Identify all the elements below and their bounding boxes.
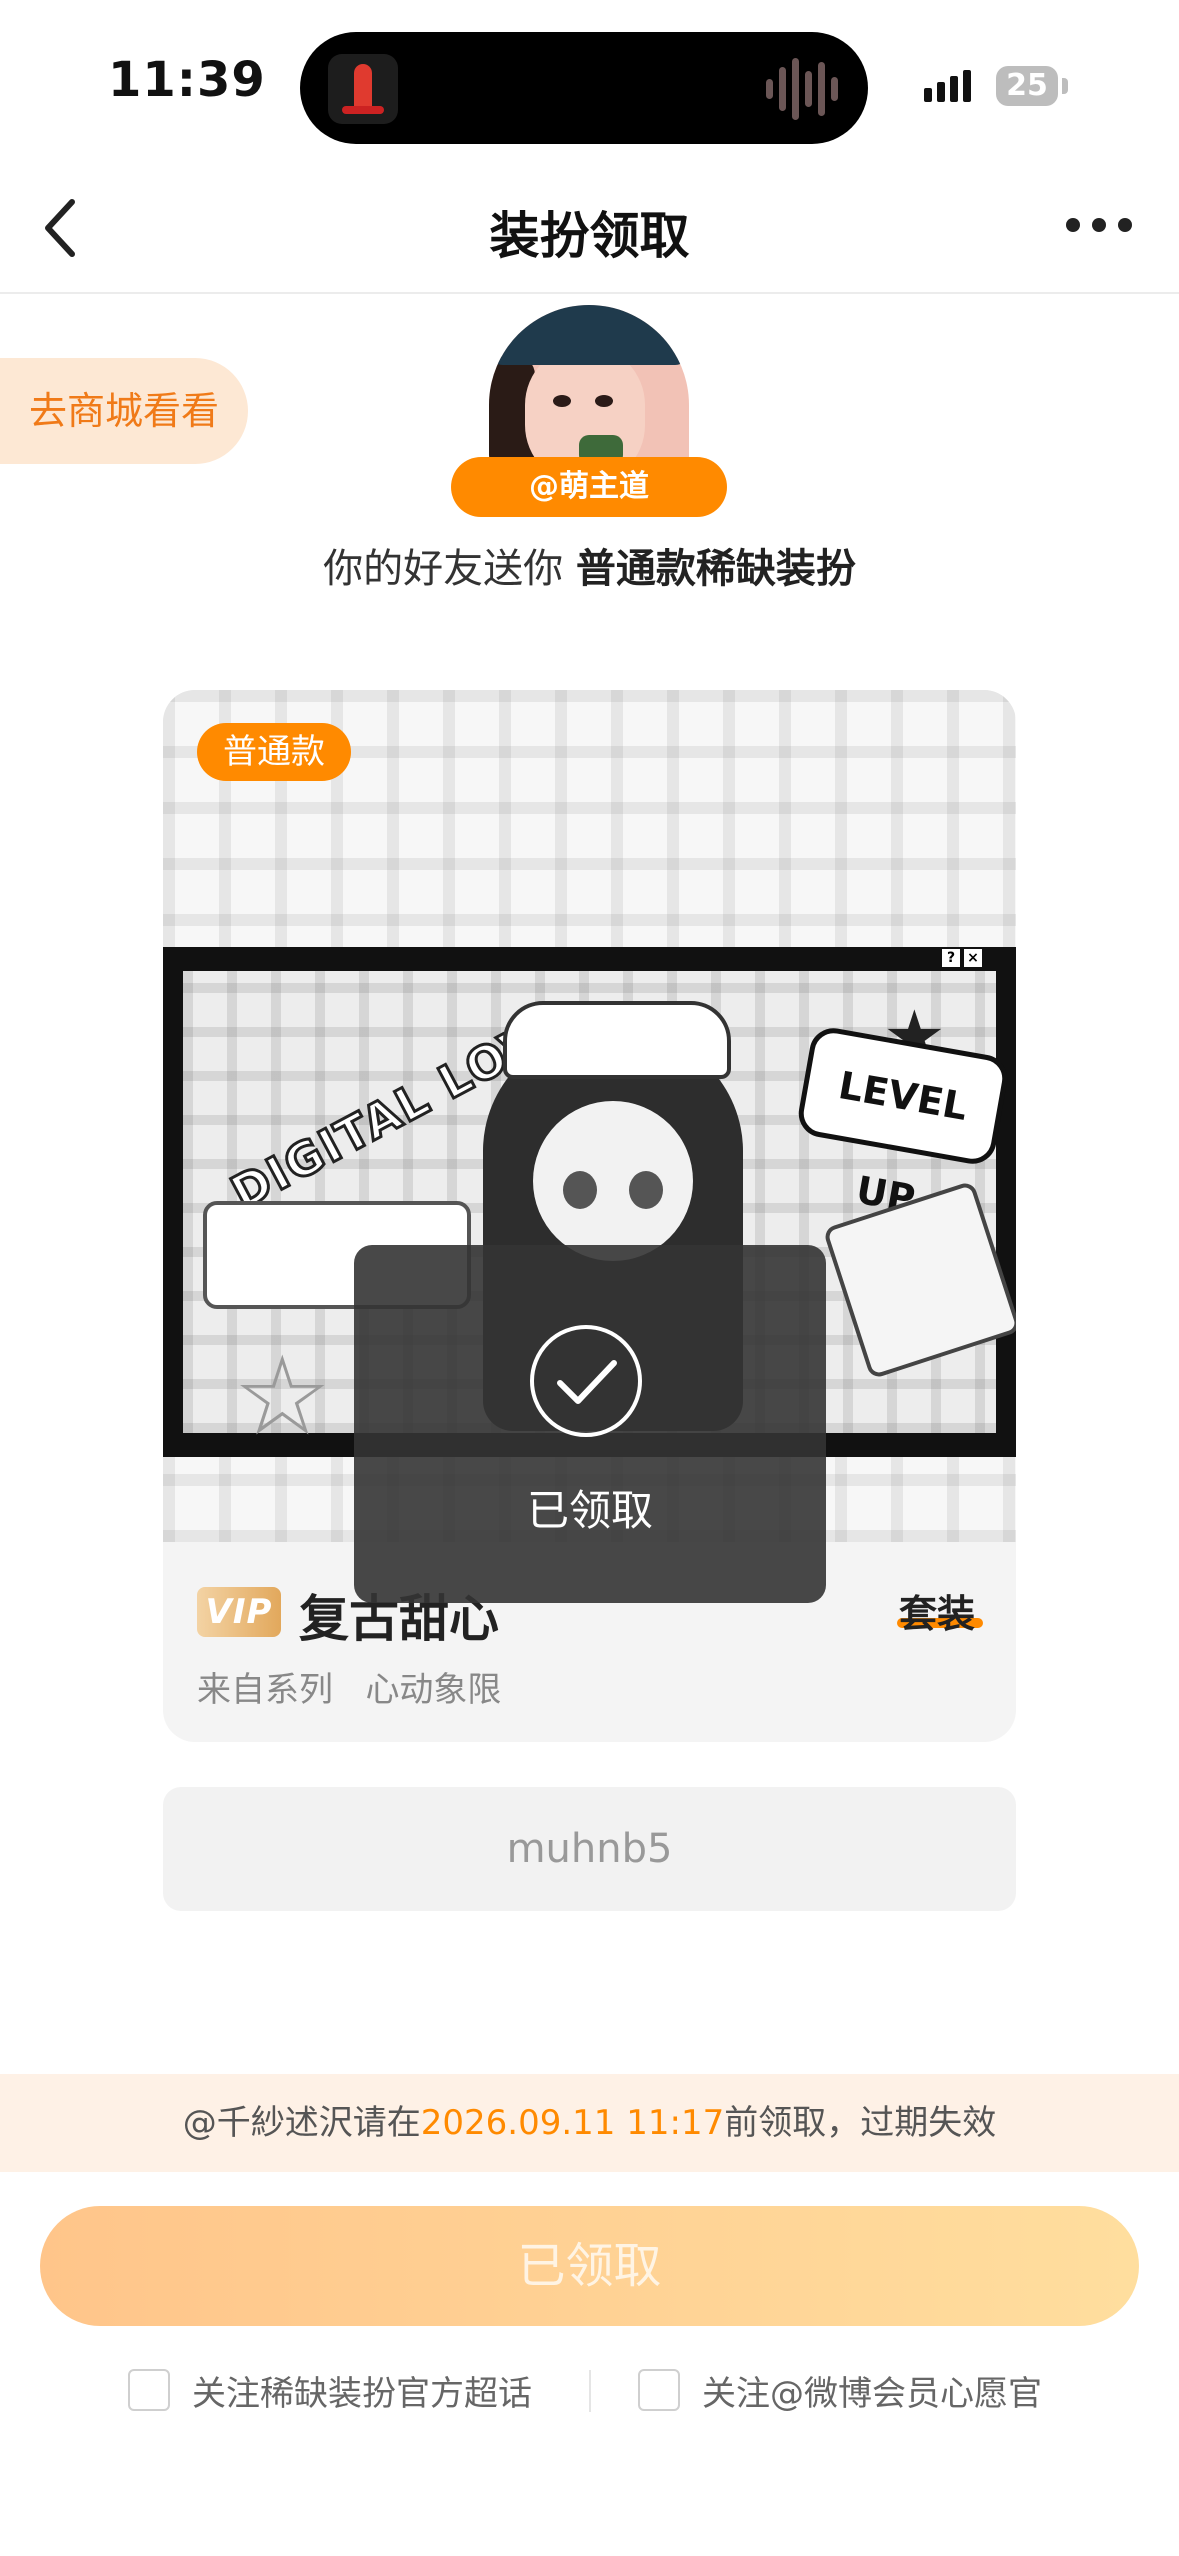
notice-suffix: 前领取，过期失效 bbox=[724, 2103, 997, 2143]
window-buttons-icon: ? × bbox=[942, 949, 982, 967]
dynamic-island bbox=[300, 32, 868, 144]
notice-deadline: 2026.09.11 11:17 bbox=[420, 2103, 725, 2143]
toast-message: 已领取 bbox=[526, 1486, 653, 1535]
follow-topic-checkbox[interactable] bbox=[128, 2369, 170, 2411]
sender-username-badge[interactable]: @萌主道 bbox=[451, 457, 727, 517]
cellular-signal-icon bbox=[924, 70, 971, 102]
claimed-toast: 已领取 bbox=[354, 1245, 826, 1603]
live-activity-app-icon bbox=[328, 54, 398, 124]
battery-nub bbox=[1062, 78, 1068, 94]
star-outline-icon: ☆ bbox=[233, 1332, 332, 1460]
checkmark-icon bbox=[530, 1325, 642, 1437]
status-time: 11:39 bbox=[108, 52, 266, 108]
vip-badge: VIP bbox=[197, 1587, 281, 1637]
gift-message-prefix: 你的好友送你 bbox=[323, 546, 576, 592]
character-face bbox=[533, 1101, 693, 1261]
redeem-code-field[interactable]: muhnb5 bbox=[163, 1787, 1016, 1911]
follow-account-label: 关注@微博会员心愿官 bbox=[702, 2373, 1042, 2414]
series-name[interactable]: 心动象限 bbox=[365, 1670, 501, 1710]
follow-account-checkbox[interactable] bbox=[638, 2369, 680, 2411]
deadline-notice: @千紗述沢请在2026.09.11 11:17前领取，过期失效 bbox=[0, 2074, 1179, 2172]
character-eye bbox=[563, 1171, 597, 1209]
series-label: 来自系列 bbox=[197, 1670, 333, 1710]
more-icon[interactable] bbox=[1066, 218, 1132, 232]
decoration-type: 套装 bbox=[899, 1592, 976, 1636]
follow-account-option[interactable]: 关注@微博会员心愿官 bbox=[638, 2366, 1042, 2414]
page-title: 装扮领取 bbox=[489, 207, 690, 265]
follow-topic-label: 关注稀缺装扮官方超话 bbox=[192, 2373, 532, 2414]
battery-indicator: 25 bbox=[996, 66, 1058, 106]
series-info: 来自系列 心动象限 bbox=[197, 1662, 501, 1711]
game-console-graphic bbox=[822, 1180, 1016, 1380]
gift-message-item: 普通款稀缺装扮 bbox=[575, 546, 856, 592]
character-headdress bbox=[503, 1001, 731, 1079]
level-up-bubble: LEVEL UP bbox=[794, 1024, 1012, 1221]
go-to-shop-button[interactable]: 去商城看看 bbox=[0, 358, 248, 464]
sender-avatar[interactable] bbox=[489, 305, 689, 469]
notice-prefix: @千紗述沢请在 bbox=[182, 2103, 421, 2143]
nav-divider bbox=[0, 292, 1179, 294]
follow-divider bbox=[589, 2370, 591, 2412]
gift-message: 你的好友送你 普通款稀缺装扮 bbox=[0, 536, 1179, 594]
character-eye bbox=[629, 1171, 663, 1209]
tier-badge: 普通款 bbox=[197, 723, 351, 781]
claim-button[interactable]: 已领取 bbox=[40, 2206, 1139, 2326]
follow-topic-option[interactable]: 关注稀缺装扮官方超话 bbox=[128, 2366, 532, 2414]
audio-waveform-icon bbox=[766, 58, 838, 120]
